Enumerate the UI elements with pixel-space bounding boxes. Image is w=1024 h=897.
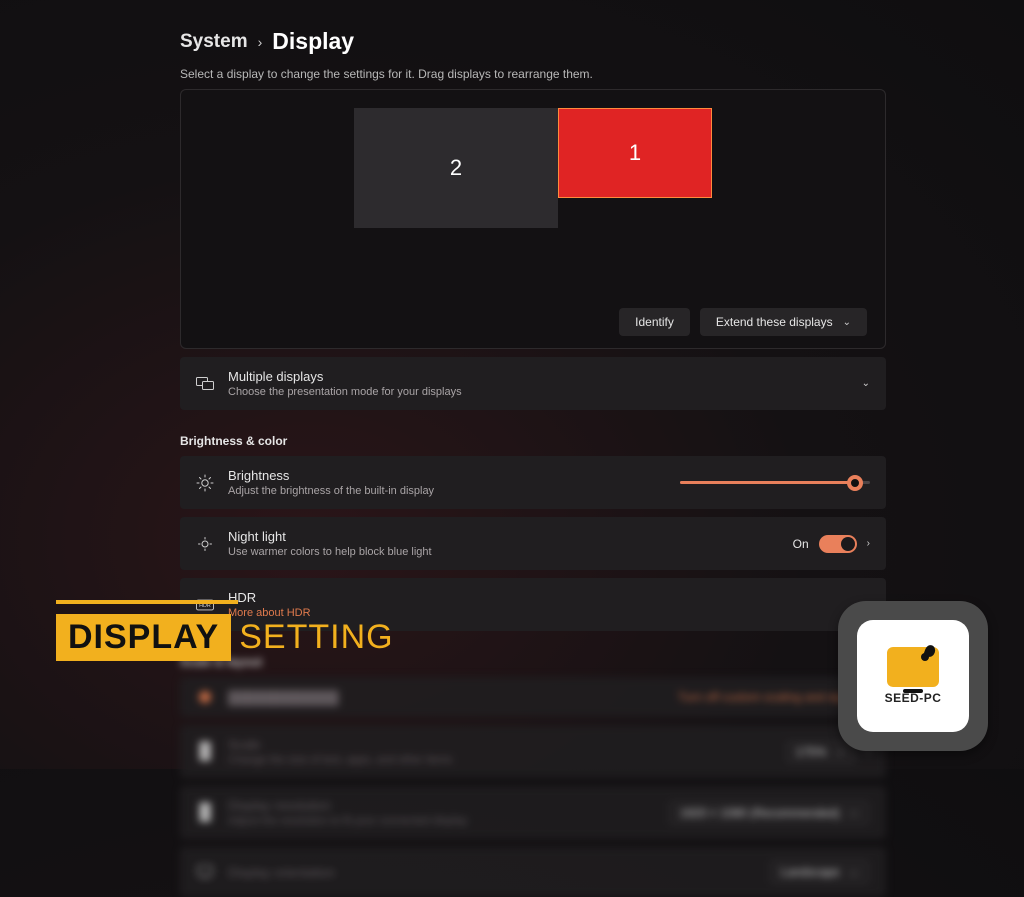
- breadcrumb: System › Display: [180, 28, 886, 55]
- row-subtitle: Adjust the resolution to fit your connec…: [228, 815, 654, 827]
- watermark-label: SEED-PC: [885, 691, 942, 705]
- row-subtitle: Change the size of text, apps, and other…: [228, 754, 770, 766]
- chevron-down-icon: ⌄: [850, 807, 858, 818]
- overlay-underline: [56, 600, 238, 604]
- helper-text: Select a display to change the settings …: [180, 67, 886, 81]
- monitor-1[interactable]: 1: [558, 108, 712, 198]
- toggle-state: On: [793, 537, 809, 551]
- orientation-select[interactable]: Landscape ⌄: [769, 859, 870, 885]
- multiple-displays-row[interactable]: Multiple displays Choose the presentatio…: [180, 357, 886, 410]
- custom-scale-warning-row: ████████████ Turn off custom scaling and…: [180, 677, 886, 717]
- resolution-row[interactable]: █ Display resolution Adjust the resoluti…: [180, 786, 886, 839]
- night-light-row[interactable]: Night light Use warmer colors to help bl…: [180, 517, 886, 570]
- breadcrumb-parent[interactable]: System: [180, 31, 248, 53]
- row-subtitle: Choose the presentation mode for your di…: [228, 386, 848, 398]
- row-subtitle: Use warmer colors to help block blue lig…: [228, 546, 779, 558]
- display-arrangement-card: 2 1 Identify Extend these displays ⌄: [180, 89, 886, 349]
- seed-pc-icon: [887, 647, 939, 687]
- chevron-right-icon: ›: [258, 34, 263, 50]
- night-light-toggle[interactable]: [819, 535, 857, 553]
- display-mode-select[interactable]: Extend these displays ⌄: [700, 308, 867, 336]
- row-title: HDR: [228, 590, 853, 605]
- row-subtitle: Adjust the brightness of the built-in di…: [228, 485, 666, 497]
- section-brightness-color: Brightness & color: [180, 434, 886, 448]
- overlay-title: DISPLAY SETTING: [56, 614, 394, 661]
- row-title: ████████████: [228, 690, 664, 705]
- brightness-icon: [196, 474, 214, 492]
- identify-button[interactable]: Identify: [619, 308, 690, 336]
- resolution-icon: █: [196, 804, 214, 822]
- multiple-displays-icon: [196, 377, 214, 391]
- row-title: Scale: [228, 737, 770, 752]
- scale-row[interactable]: █ Scale Change the size of text, apps, a…: [180, 725, 886, 778]
- select-value: Landscape: [781, 865, 840, 879]
- chevron-right-icon[interactable]: ›: [867, 538, 870, 549]
- row-title: Multiple displays: [228, 369, 848, 384]
- overlay-word-1: DISPLAY: [56, 614, 231, 661]
- row-title: Night light: [228, 529, 779, 544]
- chevron-down-icon: ⌄: [862, 378, 870, 389]
- display-mode-label: Extend these displays: [716, 315, 833, 329]
- overlay-word-2: SETTING: [239, 618, 393, 657]
- row-title: Display orientation: [228, 865, 755, 880]
- night-light-icon: [196, 536, 214, 552]
- orientation-row[interactable]: Display orientation Landscape ⌄: [180, 847, 886, 897]
- monitor-2[interactable]: 2: [354, 108, 558, 228]
- chevron-down-icon: ⌄: [836, 746, 844, 757]
- brightness-slider[interactable]: [680, 475, 870, 491]
- breadcrumb-current: Display: [272, 28, 354, 55]
- row-title: Brightness: [228, 468, 666, 483]
- select-value: 175%: [796, 745, 827, 759]
- orientation-icon: [196, 865, 214, 879]
- chevron-down-icon: ⌄: [850, 867, 858, 878]
- resolution-select[interactable]: 1920 × 1080 (Recommended) ⌄: [668, 800, 870, 826]
- select-value: 1920 × 1080 (Recommended): [680, 806, 840, 820]
- watermark-badge: SEED-PC: [838, 601, 988, 751]
- chevron-down-icon: ⌄: [843, 317, 851, 328]
- row-title: Display resolution: [228, 798, 654, 813]
- scale-icon: █: [196, 743, 214, 761]
- warning-icon: [196, 689, 214, 705]
- brightness-row: Brightness Adjust the brightness of the …: [180, 456, 886, 509]
